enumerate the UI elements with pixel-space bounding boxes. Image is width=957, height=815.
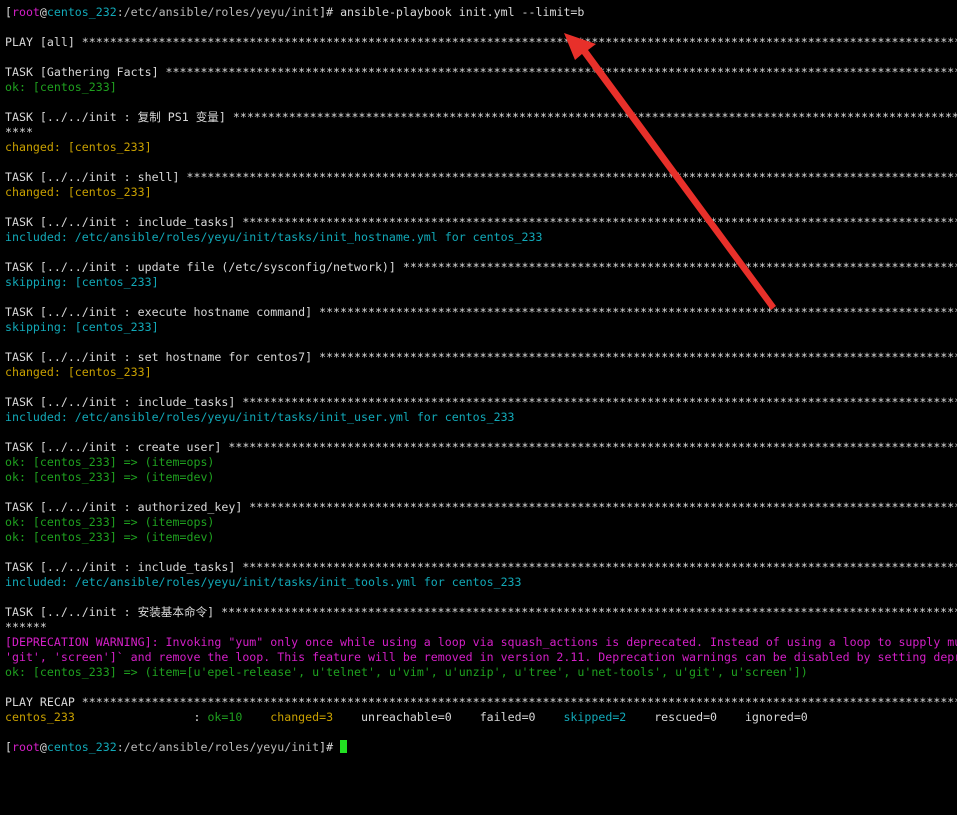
task-header: TASK [../../init : 安装基本命令] *************… <box>5 605 957 619</box>
prompt-line-idle[interactable]: [root@centos_232:/etc/ansible/roles/yeyu… <box>5 740 957 755</box>
task-header: TASK [../../init : update file (/etc/sys… <box>5 260 957 274</box>
play-header: PLAY [all] *****************************… <box>5 35 957 49</box>
task-header: TASK [../../init : create user] ********… <box>5 440 957 454</box>
task-header: TASK [../../init : set hostname for cent… <box>5 350 957 364</box>
task-result-skipping: skipping: [centos_233] <box>5 275 159 289</box>
deprecation-warning-line: [DEPRECATION WARNING]: Invoking "yum" on… <box>5 635 957 649</box>
prompt-close: ]# <box>319 740 341 754</box>
prompt-at: @ <box>39 5 47 19</box>
prompt-close: ]# <box>319 5 341 19</box>
recap-rescued: rescued=0 <box>654 710 718 724</box>
task-result-ok: ok: [centos_233] => (item=ops) <box>5 515 215 529</box>
task-header: TASK [../../init : 复制 PS1 变量] **********… <box>5 110 957 124</box>
task-result-changed: changed: [centos_233] <box>5 365 152 379</box>
task-header: TASK [../../init : shell] **************… <box>5 170 957 184</box>
task-header: TASK [../../init : include_tasks] ******… <box>5 395 957 409</box>
terminal-cursor[interactable] <box>340 740 348 753</box>
play-recap-row: centos_233 : ok=10 changed=3 unreachable… <box>5 710 957 725</box>
prompt-line-command: [root@centos_232:/etc/ansible/roles/yeyu… <box>5 5 957 20</box>
task-header-continuation: ****** <box>5 620 47 634</box>
recap-skipped: skipped=2 <box>563 710 627 724</box>
task-result-included: included: /etc/ansible/roles/yeyu/init/t… <box>5 575 522 589</box>
deprecation-warning-line: 'git', 'screen']` and remove the loop. T… <box>5 650 957 664</box>
command-text: ansible-playbook init.yml --limit=b <box>340 5 585 19</box>
prompt-user: root <box>11 740 40 754</box>
task-result-changed: changed: [centos_233] <box>5 185 152 199</box>
task-result-included: included: /etc/ansible/roles/yeyu/init/t… <box>5 230 543 244</box>
task-header: TASK [../../init : authorized_key] *****… <box>5 500 957 514</box>
task-result-ok: ok: [centos_233] => (item=dev) <box>5 470 215 484</box>
task-header: TASK [../../init : include_tasks] ******… <box>5 560 957 574</box>
task-header: TASK [../../init : include_tasks] ******… <box>5 215 957 229</box>
prompt-open-bracket: [ <box>5 5 12 19</box>
prompt-open-bracket: [ <box>5 740 12 754</box>
recap-changed: changed=3 <box>270 710 334 724</box>
recap-host: centos_233 <box>5 710 75 724</box>
recap-failed: failed=0 <box>479 710 536 724</box>
task-result-ok: ok: [centos_233] <box>5 80 117 94</box>
task-result-included: included: /etc/ansible/roles/yeyu/init/t… <box>5 410 515 424</box>
prompt-user: root <box>11 5 40 19</box>
recap-unreachable: unreachable=0 <box>361 710 452 724</box>
recap-ok: ok=10 <box>207 710 243 724</box>
task-header-continuation: **** <box>5 125 33 139</box>
task-result-ok: ok: [centos_233] => (item=dev) <box>5 530 215 544</box>
terminal-window[interactable]: [root@centos_232:/etc/ansible/roles/yeyu… <box>0 0 957 815</box>
task-header: TASK [../../init : execute hostname comm… <box>5 305 957 319</box>
prompt-host: centos_232 <box>46 5 117 19</box>
prompt-at: @ <box>39 740 47 754</box>
prompt-path: :/etc/ansible/roles/yeyu/init <box>116 740 320 754</box>
play-recap-header: PLAY RECAP *****************************… <box>5 695 957 709</box>
task-result-ok: ok: [centos_233] => (item=ops) <box>5 455 215 469</box>
recap-separator: : <box>74 710 208 724</box>
task-result-changed: changed: [centos_233] <box>5 140 152 154</box>
prompt-host: centos_232 <box>46 740 117 754</box>
task-result-skipping: skipping: [centos_233] <box>5 320 159 334</box>
prompt-path: :/etc/ansible/roles/yeyu/init <box>116 5 320 19</box>
task-result-ok: ok: [centos_233] => (item=[u'epel-releas… <box>5 665 808 679</box>
recap-ignored: ignored=0 <box>744 710 808 724</box>
task-header: TASK [Gathering Facts] *****************… <box>5 65 957 79</box>
